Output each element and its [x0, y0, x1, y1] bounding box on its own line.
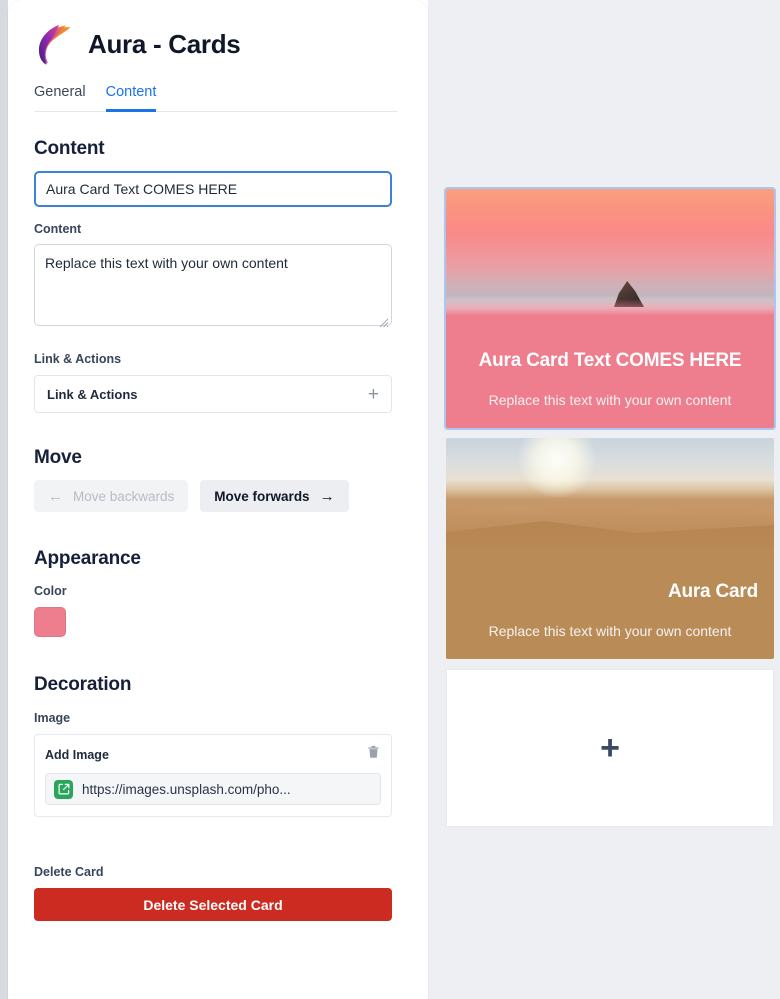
move-backwards-label: Move backwards: [73, 488, 175, 504]
image-url-text: https://images.unsplash.com/pho...: [82, 781, 291, 797]
app-root: Aura - Cards General Content Content Con…: [0, 0, 780, 999]
image-label: Image: [34, 711, 71, 725]
arrow-right-icon: →: [319, 487, 335, 505]
tab-general[interactable]: General: [34, 84, 86, 112]
card-heading-2: Aura Card: [667, 581, 758, 602]
image-box-header: Add Image: [45, 744, 381, 765]
image-box: Add Image https://images.unsplash.com/ph…: [34, 734, 392, 817]
decoration-section-heading: Decoration: [34, 674, 132, 695]
content-body-label: Content: [34, 222, 82, 236]
plus-icon: +: [600, 729, 620, 767]
arrow-left-icon: ←: [48, 487, 63, 505]
move-backwards-button[interactable]: ← Move backwards: [34, 480, 189, 512]
move-section-heading: Move: [34, 447, 82, 468]
editor-panel: Aura - Cards General Content Content Con…: [8, 0, 428, 999]
link-actions-row[interactable]: Link & Actions +: [34, 375, 392, 413]
external-link-icon: [54, 779, 73, 799]
link-actions-row-label: Link & Actions: [47, 386, 138, 402]
card-preview-1[interactable]: Aura Card Text COMES HERE Replace this t…: [444, 187, 776, 430]
move-forwards-label: Move forwards: [214, 488, 310, 504]
card-subtitle-1: Replace this text with your own content: [488, 392, 732, 408]
card-title-input[interactable]: [34, 171, 392, 207]
appearance-section-heading: Appearance: [34, 548, 141, 569]
card-body-textarea[interactable]: [34, 244, 392, 326]
trash-icon[interactable]: [366, 744, 381, 765]
card-preview-2[interactable]: Aura Card Replace this text with your ow…: [446, 438, 774, 659]
content-section-heading: Content: [34, 138, 105, 159]
delete-card-label: Delete Card: [34, 865, 104, 879]
add-card-button[interactable]: +: [446, 669, 774, 827]
color-label: Color: [34, 584, 67, 598]
card-subtitle-2: Replace this text with your own content: [488, 623, 732, 639]
left-gutter-strip: [0, 0, 8, 999]
card-preview-wrapper: Aura Card Replace this text with your ow…: [446, 438, 774, 659]
page-title: Aura - Cards: [88, 28, 241, 59]
tab-content[interactable]: Content: [105, 84, 157, 112]
tab-bar: General Content: [34, 84, 398, 112]
color-swatch[interactable]: [34, 607, 66, 637]
aura-feather-logo-icon: [34, 22, 74, 66]
preview-panel: Aura Card Text COMES HERE Replace this t…: [428, 0, 780, 999]
delete-selected-card-button[interactable]: Delete Selected Card: [34, 888, 392, 921]
card-heading-1: Aura Card Text COMES HERE: [478, 350, 742, 371]
image-url-row[interactable]: https://images.unsplash.com/pho...: [45, 773, 381, 805]
move-forwards-button[interactable]: Move forwards →: [200, 480, 349, 512]
add-card-wrapper: +: [446, 669, 774, 827]
app-header: Aura - Cards: [34, 22, 402, 66]
card-preview-wrapper: Aura Card Text COMES HERE Replace this t…: [444, 187, 776, 430]
add-image-label: Add Image: [45, 747, 109, 762]
plus-icon[interactable]: +: [368, 385, 379, 404]
link-actions-label: Link & Actions: [34, 352, 122, 366]
